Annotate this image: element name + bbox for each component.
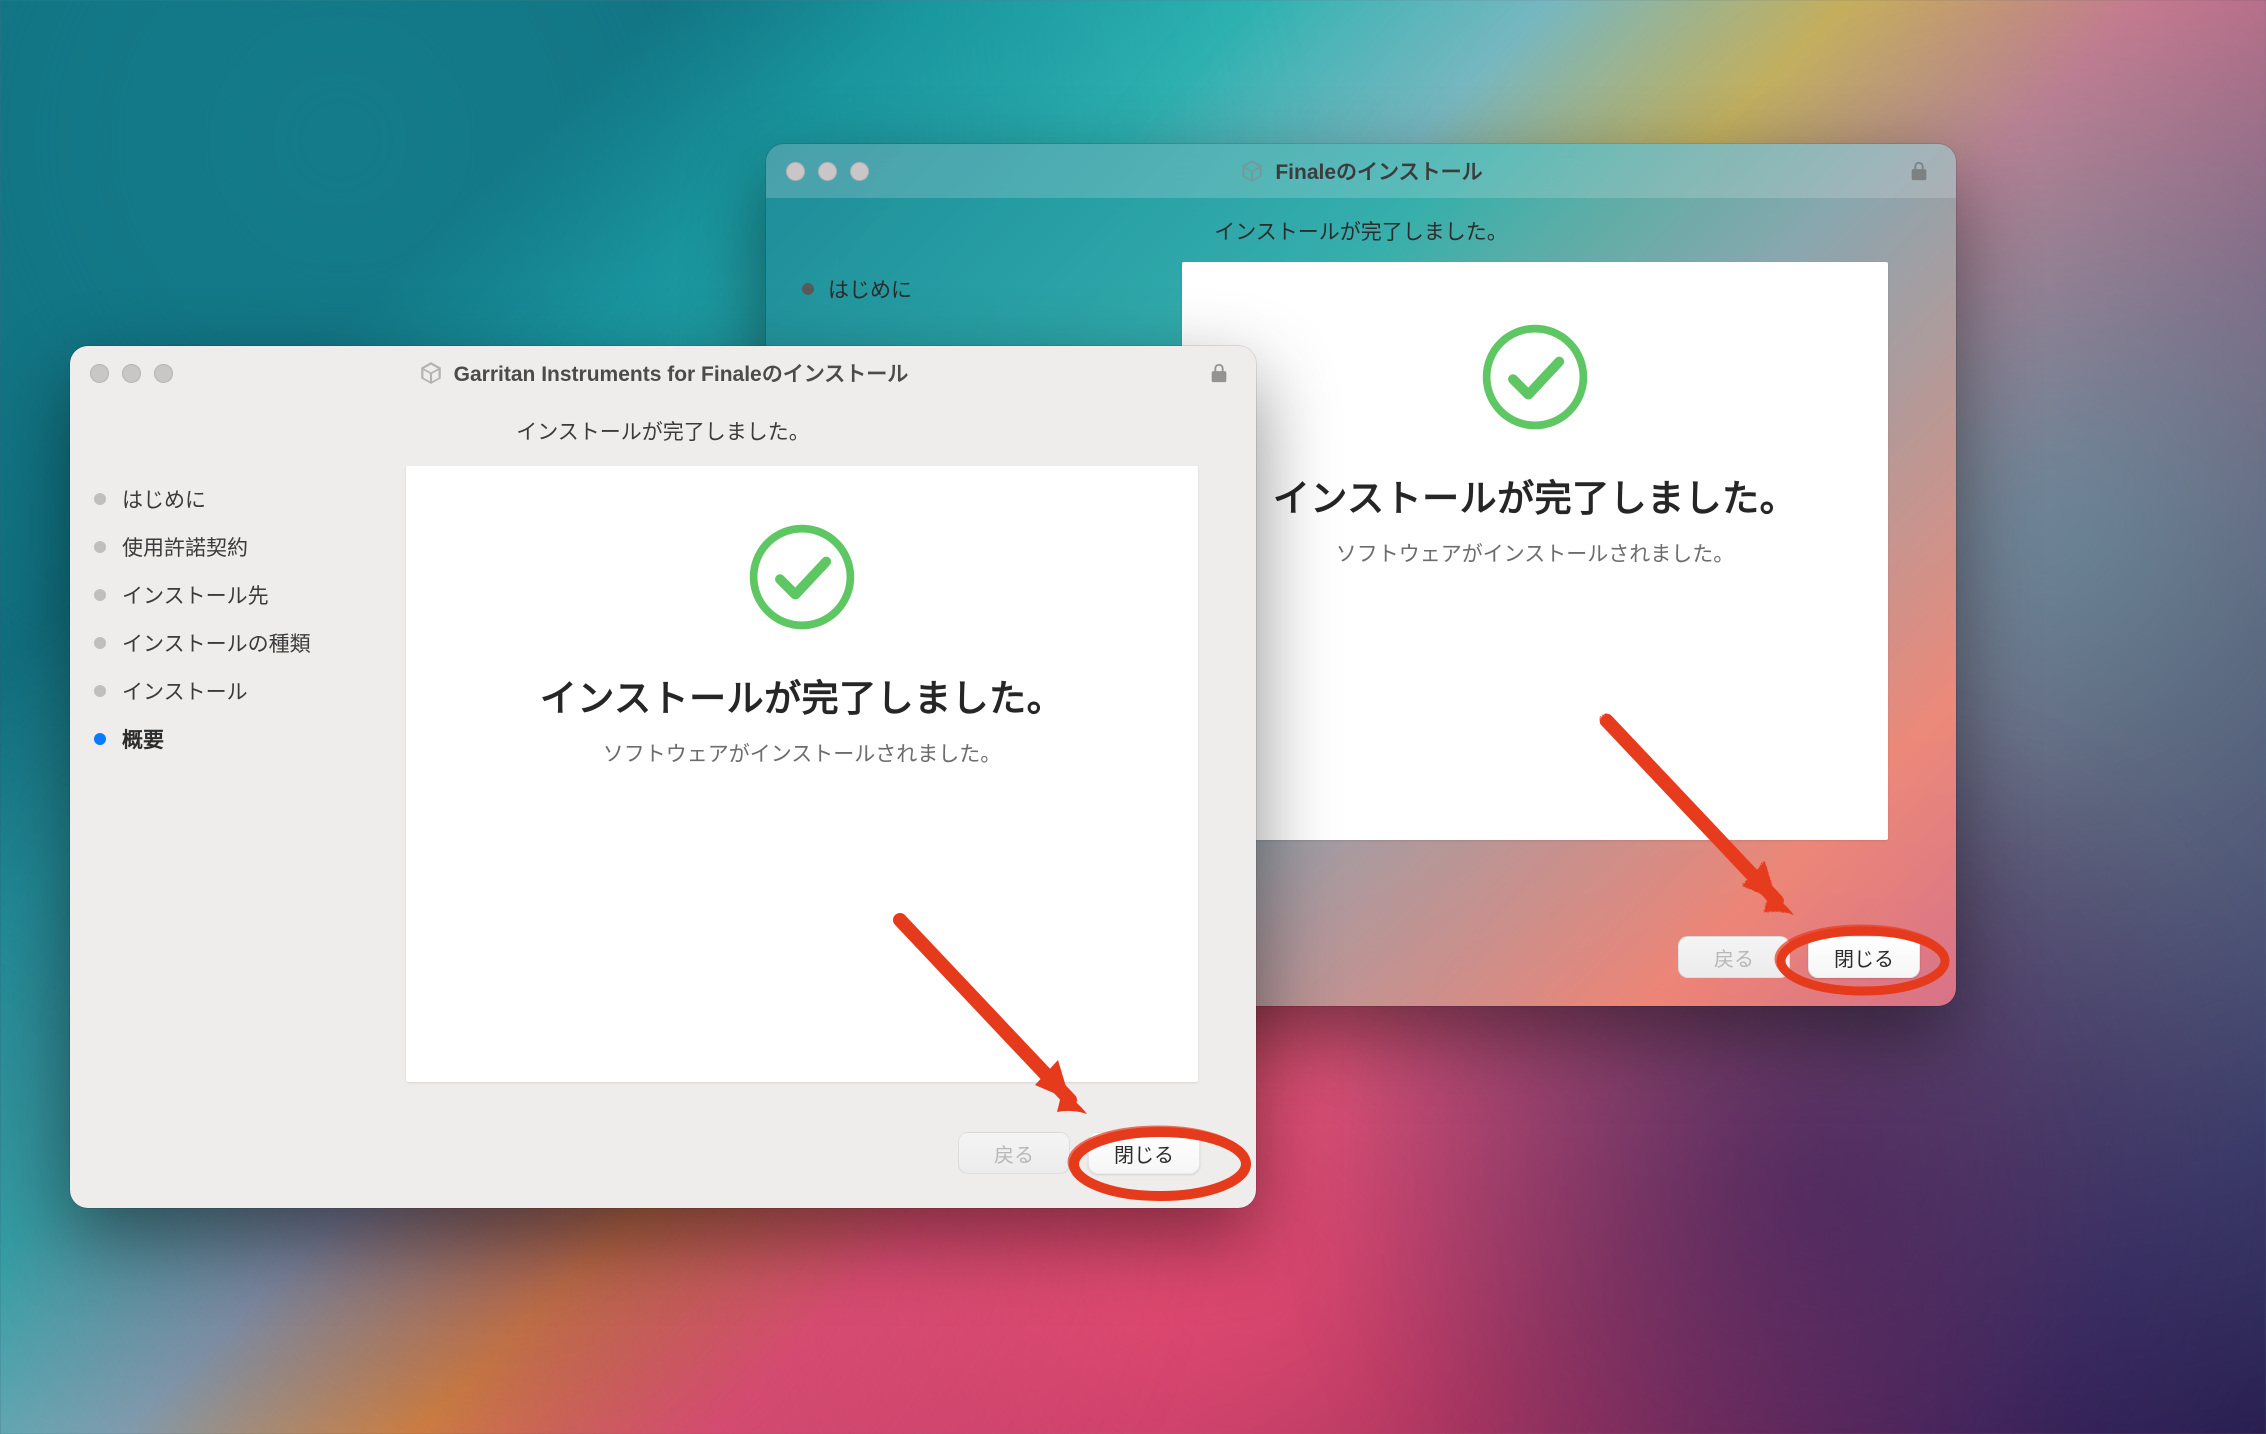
minimize-window-icon[interactable] (122, 364, 141, 383)
sidebar-item-label: 使用許諾契約 (122, 532, 248, 562)
window-title: Garritan Instruments for Finaleのインストール (454, 358, 909, 388)
titlebar[interactable]: Finaleのインストール (766, 144, 1956, 198)
sidebar-item-label: はじめに (828, 274, 912, 304)
back-button: 戻る (1678, 936, 1790, 978)
completion-subtext: ソフトウェアがインストールされました。 (603, 738, 1002, 768)
back-button: 戻る (958, 1132, 1070, 1174)
lock-icon[interactable] (1208, 362, 1230, 384)
sidebar-item-introduction: はじめに (94, 484, 382, 514)
success-check-icon (747, 522, 857, 632)
sidebar-item-license: 使用許諾契約 (94, 532, 382, 562)
step-bullet-icon (94, 637, 106, 649)
window-controls (90, 364, 173, 383)
content-panel: インストールが完了しました。 ソフトウェアがインストールされました。 (406, 466, 1198, 1082)
sidebar-item-label: はじめに (122, 484, 206, 514)
sidebar-item-label: 概要 (122, 724, 164, 754)
installer-window-garritan: Garritan Instruments for Finaleのインストール イ… (70, 346, 1256, 1208)
completion-subtext: ソフトウェアがインストールされました。 (1336, 538, 1735, 568)
footer-buttons: 戻る 閉じる (1678, 936, 1920, 978)
window-controls (786, 162, 869, 181)
content-panel: インストールが完了しました。 ソフトウェアがインストールされました。 (1182, 262, 1888, 840)
package-icon (418, 360, 444, 386)
success-check-icon (1480, 322, 1590, 432)
window-title: Finaleのインストール (1275, 156, 1482, 186)
sidebar-item-label: インストール先 (122, 580, 269, 610)
zoom-window-icon[interactable] (154, 364, 173, 383)
package-icon (1239, 158, 1265, 184)
step-bullet-icon (94, 733, 106, 745)
close-button[interactable]: 閉じる (1088, 1132, 1200, 1174)
minimize-window-icon[interactable] (818, 162, 837, 181)
step-bullet-icon (94, 589, 106, 601)
step-bullet-icon (94, 493, 106, 505)
sidebar-item-summary: 概要 (94, 724, 382, 754)
close-window-icon[interactable] (90, 364, 109, 383)
zoom-window-icon[interactable] (850, 162, 869, 181)
sidebar-item-introduction: はじめに (802, 274, 912, 304)
sidebar-item-installation: インストール (94, 676, 382, 706)
step-bullet-icon (94, 685, 106, 697)
titlebar[interactable]: Garritan Instruments for Finaleのインストール (70, 346, 1256, 400)
lock-icon[interactable] (1908, 160, 1930, 182)
installer-steps-sidebar: はじめに 使用許諾契約 インストール先 インストールの種類 インストール (70, 466, 406, 1082)
stage-heading: インストールが完了しました。 (1214, 216, 1508, 246)
sidebar-item-destination: インストール先 (94, 580, 382, 610)
step-bullet-icon (802, 283, 814, 295)
close-button[interactable]: 閉じる (1808, 936, 1920, 978)
sidebar-item-label: インストール (122, 676, 248, 706)
sidebar-item-install-type: インストールの種類 (94, 628, 382, 658)
sidebar-item-label: インストールの種類 (122, 628, 311, 658)
stage-heading: インストールが完了しました。 (70, 400, 1256, 466)
completion-heading: インストールが完了しました。 (1273, 468, 1797, 522)
close-window-icon[interactable] (786, 162, 805, 181)
footer-buttons: 戻る 閉じる (958, 1132, 1200, 1174)
completion-heading: インストールが完了しました。 (540, 668, 1064, 722)
step-bullet-icon (94, 541, 106, 553)
